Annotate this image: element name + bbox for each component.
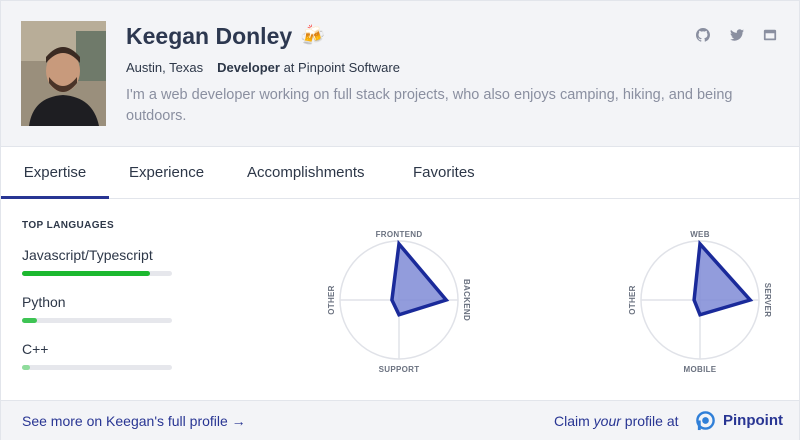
claim-profile-text[interactable]: Claim your profile at	[554, 413, 679, 429]
tab-experience[interactable]: Experience	[129, 148, 204, 199]
expertise-radar-chart: FRONTEND SUPPORT BACKEND OTHER	[327, 230, 471, 374]
language-bar-fill	[22, 318, 37, 323]
company: Pinpoint Software	[298, 60, 400, 75]
github-icon[interactable]	[696, 28, 710, 42]
language-name: C++	[22, 341, 49, 357]
tab-favorites[interactable]: Favorites	[413, 148, 475, 199]
language-name: Python	[22, 294, 66, 310]
radar-area	[390, 239, 450, 317]
radar-area	[692, 239, 754, 317]
tab-accomplishments[interactable]: Accomplishments	[247, 148, 365, 199]
radar-axis-label-top: FRONTEND	[376, 230, 423, 239]
tab-expertise[interactable]: Expertise	[1, 148, 109, 199]
radar-axis-label-bottom: SUPPORT	[379, 365, 420, 374]
top-languages-title: TOP LANGUAGES	[22, 220, 115, 231]
claim-emphasis: your	[593, 413, 621, 429]
language-bar-fill	[22, 271, 150, 276]
pinpoint-logo-icon[interactable]	[695, 410, 716, 431]
radar-axis-label-left: OTHER	[628, 285, 637, 315]
radar-axis-label-left: OTHER	[327, 285, 336, 315]
radar-axis-label-top: WEB	[690, 230, 710, 239]
location: Austin, Texas	[126, 60, 204, 75]
profile-header: Keegan Donley 🍻 Austin, Texas Developer a…	[1, 1, 799, 147]
profile-footer: See more on Keegan's full profile → Clai…	[1, 400, 799, 440]
website-icon[interactable]	[763, 28, 777, 42]
radar-axis-label-bottom: MOBILE	[684, 365, 717, 374]
pinpoint-brand[interactable]: Pinpoint	[723, 412, 783, 429]
language-bar-fill	[22, 365, 30, 370]
language-bar	[22, 365, 172, 370]
claim-prefix: Claim	[554, 413, 594, 429]
twitter-icon[interactable]	[730, 28, 744, 42]
full-profile-link[interactable]: See more on Keegan's full profile →	[22, 413, 246, 429]
platform-radar-chart: WEB MOBILE SERVER OTHER	[628, 230, 772, 374]
profile-bio: I'm a web developer working on full stac…	[126, 87, 733, 124]
profile-card: Keegan Donley 🍻 Austin, Texas Developer a…	[0, 0, 800, 440]
language-bar	[22, 318, 172, 323]
language-name: Javascript/Typescript	[22, 247, 153, 263]
claim-suffix: profile at	[620, 413, 679, 429]
tab-bar: Expertise Experience Accomplishments Fav…	[1, 148, 799, 199]
radar-axis-label-right: BACKEND	[462, 279, 471, 321]
language-bar	[22, 271, 172, 276]
avatar	[21, 21, 106, 126]
radar-axis-label-right: SERVER	[763, 283, 772, 318]
profile-name: Keegan Donley	[126, 23, 293, 49]
role: Developer	[217, 60, 280, 75]
profile-meta: Austin, Texas Developer at Pinpoint Softw…	[126, 60, 400, 75]
company-prefix: at	[279, 60, 299, 75]
beer-emoji: 🍻	[300, 25, 325, 47]
